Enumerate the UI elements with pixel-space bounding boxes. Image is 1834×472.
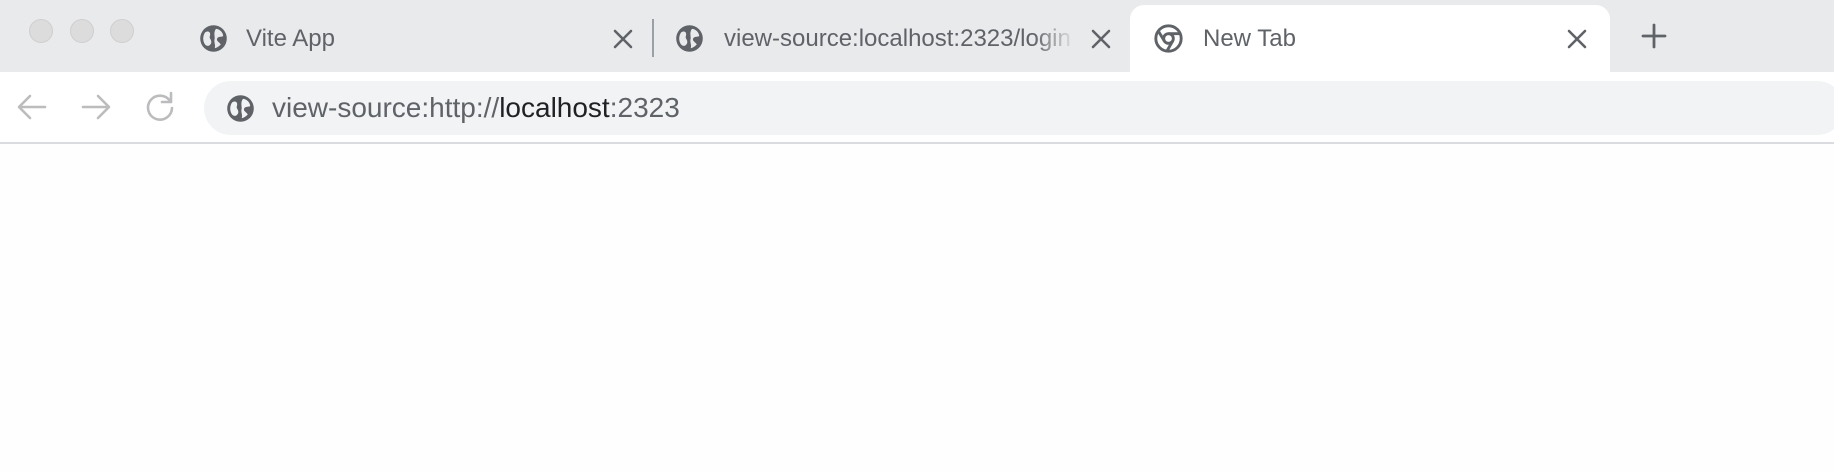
tab-title: view-source:localhost:2323/login [724, 25, 1071, 52]
window-close-button[interactable] [29, 19, 53, 43]
chrome-icon [1154, 24, 1183, 53]
toolbar: view-source:http://localhost:2323 [0, 72, 1834, 144]
url-suffix: :2323 [609, 92, 680, 123]
url-host: localhost [499, 92, 610, 123]
tab-close-icon[interactable] [612, 28, 634, 50]
tab-title: New Tab [1203, 25, 1296, 52]
tab-new-tab[interactable]: New Tab [1130, 5, 1610, 72]
plus-icon[interactable] [1640, 22, 1668, 50]
page-content [0, 144, 1834, 472]
tab-strip: Vite App view-source:localhost:2323/logi… [0, 0, 1834, 72]
url-prefix: view-source:http:// [272, 92, 500, 123]
arrow-right-icon[interactable] [79, 90, 113, 124]
tab-close-icon[interactable] [1090, 28, 1112, 50]
browser-window: Vite App view-source:localhost:2323/logi… [0, 0, 1834, 472]
tab-view-source-login[interactable]: view-source:localhost:2323/login [656, 5, 1126, 72]
globe-icon [200, 25, 227, 52]
window-zoom-button[interactable] [110, 19, 134, 43]
tab-separator [652, 19, 654, 57]
globe-icon [676, 25, 703, 52]
reload-icon[interactable] [143, 90, 177, 124]
tab-close-icon[interactable] [1566, 28, 1588, 50]
address-bar-url[interactable]: view-source:http://localhost:2323 [272, 92, 680, 124]
window-minimize-button[interactable] [70, 19, 94, 43]
globe-icon [227, 95, 254, 122]
tab-title: Vite App [246, 25, 335, 52]
arrow-left-icon[interactable] [15, 90, 49, 124]
tab-vite-app[interactable]: Vite App [180, 5, 650, 72]
address-bar[interactable]: view-source:http://localhost:2323 [204, 81, 1834, 135]
